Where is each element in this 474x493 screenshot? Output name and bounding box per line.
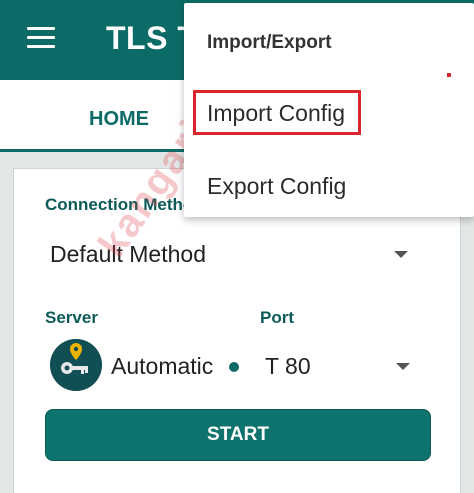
port-value: T 80	[265, 353, 311, 379]
server-label: Server	[45, 308, 98, 327]
caret-down-icon	[394, 251, 408, 258]
server-select[interactable]: Automatic	[45, 339, 245, 395]
hamburger-menu-icon[interactable]	[27, 27, 55, 49]
import-config-menu-item[interactable]: Import Config	[207, 100, 345, 127]
start-button[interactable]: START	[45, 409, 431, 461]
import-export-menu: Import/Export Import Config Export Confi…	[184, 3, 474, 217]
red-dot	[447, 73, 451, 77]
server-value: Automatic	[111, 353, 214, 379]
server-location-icon	[50, 339, 102, 391]
tab-home-label: HOME	[89, 108, 149, 130]
port-select[interactable]: T 80	[260, 339, 425, 395]
menu-header: Import/Export	[207, 32, 332, 53]
port-label: Port	[260, 308, 294, 327]
server-status-dot	[229, 362, 239, 372]
caret-down-icon	[396, 363, 410, 370]
export-config-menu-item[interactable]: Export Config	[207, 173, 346, 200]
